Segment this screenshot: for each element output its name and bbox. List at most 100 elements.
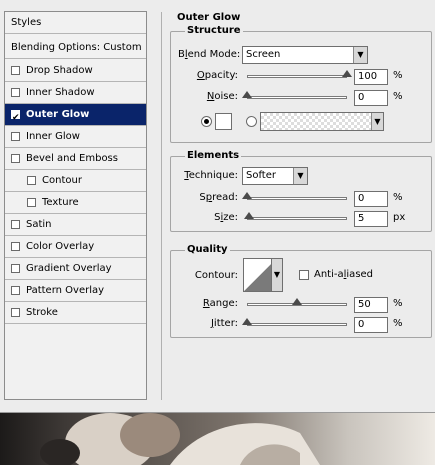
- noise-slider-thumb[interactable]: [242, 91, 252, 98]
- blend-mode-label-a: B: [178, 49, 185, 60]
- style-item-color-overlay[interactable]: Color Overlay: [5, 236, 146, 258]
- style-checkbox[interactable]: [11, 286, 20, 295]
- technique-select[interactable]: Softer ▼: [242, 167, 308, 185]
- style-checkbox[interactable]: [11, 132, 20, 141]
- spread-input[interactable]: 0: [354, 191, 388, 207]
- spread-slider-thumb[interactable]: [242, 192, 252, 199]
- gradient-picker[interactable]: ▼: [260, 112, 384, 131]
- anti-aliased-checkbox[interactable]: [299, 270, 309, 280]
- opacity-label-a: O: [196, 70, 205, 81]
- quality-title: Quality: [185, 244, 230, 255]
- opacity-label-b: pacity:: [204, 70, 238, 81]
- style-item-inner-glow[interactable]: Inner Glow: [5, 126, 146, 148]
- style-checkbox[interactable]: [11, 66, 20, 75]
- jitter-unit: %: [393, 318, 403, 329]
- noise-input[interactable]: 0: [354, 90, 388, 106]
- spread-label: Spread:: [178, 192, 238, 203]
- style-item-label: Outer Glow: [26, 109, 90, 120]
- solid-color-radio[interactable]: [201, 116, 212, 127]
- outer-glow-title: Outer Glow: [177, 12, 241, 23]
- style-checkbox[interactable]: [27, 198, 36, 207]
- photo-image: [0, 413, 435, 465]
- style-item-gradient-overlay[interactable]: Gradient Overlay: [5, 258, 146, 280]
- range-slider-thumb[interactable]: [292, 298, 302, 305]
- chevron-down-icon: ▼: [353, 47, 367, 63]
- size-slider-track[interactable]: [247, 217, 347, 220]
- spread-label-c: read:: [212, 192, 238, 203]
- style-item-pattern-overlay[interactable]: Pattern Overlay: [5, 280, 146, 302]
- style-item-contour[interactable]: Contour: [5, 170, 146, 192]
- style-checkbox[interactable]: [11, 264, 20, 273]
- size-slider-thumb[interactable]: [244, 212, 254, 219]
- style-item-label: Color Overlay: [26, 241, 95, 252]
- noise-label: Noise:: [178, 91, 238, 102]
- style-checkbox[interactable]: [11, 308, 20, 317]
- canvas-photo: [0, 413, 435, 465]
- noise-label-b: oise:: [214, 91, 238, 102]
- anti-aliased-label-a: Anti-a: [314, 269, 344, 280]
- style-checkbox[interactable]: [27, 176, 36, 185]
- panel-divider: [161, 12, 162, 400]
- style-item-outer-glow[interactable]: Outer Glow: [5, 104, 146, 129]
- jitter-label: Jitter:: [178, 318, 238, 329]
- elements-title: Elements: [185, 150, 242, 161]
- spread-slider-track[interactable]: [247, 197, 347, 200]
- jitter-label-b: itter:: [213, 318, 238, 329]
- style-item-label: Bevel and Emboss: [26, 153, 118, 164]
- technique-label: Technique:: [178, 170, 238, 181]
- style-item-label: Drop Shadow: [26, 65, 93, 76]
- opacity-label: Opacity:: [178, 70, 238, 81]
- spread-unit: %: [393, 192, 403, 203]
- styles-header-label: Styles: [11, 17, 42, 28]
- size-label-c: ze:: [223, 212, 238, 223]
- style-item-label: Gradient Overlay: [26, 263, 112, 274]
- chevron-down-icon: ▼: [273, 270, 281, 279]
- blend-mode-value: Screen: [246, 49, 281, 60]
- blending-options-item[interactable]: Blending Options: Custom: [5, 37, 146, 59]
- chevron-down-icon: ▼: [293, 168, 307, 184]
- size-input[interactable]: 5: [354, 211, 388, 227]
- style-item-drop-shadow[interactable]: Drop Shadow: [5, 60, 146, 82]
- contour-label: Contour:: [194, 270, 238, 281]
- range-unit: %: [393, 298, 403, 309]
- styles-list-panel: Styles Blending Options: Custom Drop Sha…: [4, 11, 147, 400]
- style-item-label: Inner Glow: [26, 131, 80, 142]
- style-checkbox[interactable]: [11, 88, 20, 97]
- style-item-label: Inner Shadow: [26, 87, 95, 98]
- style-item-label: Texture: [42, 197, 79, 208]
- glow-color-swatch[interactable]: [215, 113, 232, 130]
- jitter-slider-track[interactable]: [247, 323, 347, 326]
- layer-style-dialog: Styles Blending Options: Custom Drop Sha…: [0, 0, 435, 413]
- gradient-radio[interactable]: [246, 116, 257, 127]
- style-item-satin[interactable]: Satin: [5, 214, 146, 236]
- style-item-bevel-and-emboss[interactable]: Bevel and Emboss: [5, 148, 146, 170]
- styles-header[interactable]: Styles: [5, 12, 146, 34]
- noise-slider-track[interactable]: [247, 96, 347, 99]
- range-label-a: R: [202, 298, 210, 309]
- range-input[interactable]: 50: [354, 297, 388, 313]
- jitter-slider-thumb[interactable]: [242, 318, 252, 325]
- jitter-input[interactable]: 0: [354, 317, 388, 333]
- opacity-slider-thumb[interactable]: [342, 70, 352, 77]
- style-item-label: Pattern Overlay: [26, 285, 105, 296]
- style-item-label: Satin: [26, 219, 52, 230]
- style-item-stroke[interactable]: Stroke: [5, 302, 146, 324]
- blend-mode-label-c: end Mode:: [187, 49, 241, 60]
- opacity-input[interactable]: 100: [354, 69, 388, 85]
- anti-aliased-label: Anti-aliased: [314, 269, 373, 280]
- style-checkbox[interactable]: [11, 220, 20, 229]
- blend-mode-select[interactable]: Screen ▼: [242, 46, 368, 64]
- technique-value: Softer: [246, 170, 276, 181]
- contour-dropdown[interactable]: ▼: [271, 258, 283, 292]
- style-item-texture[interactable]: Texture: [5, 192, 146, 214]
- style-checkbox[interactable]: [11, 107, 20, 129]
- style-checkbox[interactable]: [11, 154, 20, 163]
- style-item-inner-shadow[interactable]: Inner Shadow: [5, 82, 146, 104]
- style-item-label: Contour: [42, 175, 82, 186]
- chevron-down-icon: ▼: [371, 113, 383, 130]
- style-item-label: Stroke: [26, 307, 58, 318]
- range-label-b: ange:: [209, 298, 238, 309]
- dialog-bottom-edge: [0, 400, 435, 413]
- opacity-slider-track[interactable]: [247, 75, 347, 78]
- style-checkbox[interactable]: [11, 242, 20, 251]
